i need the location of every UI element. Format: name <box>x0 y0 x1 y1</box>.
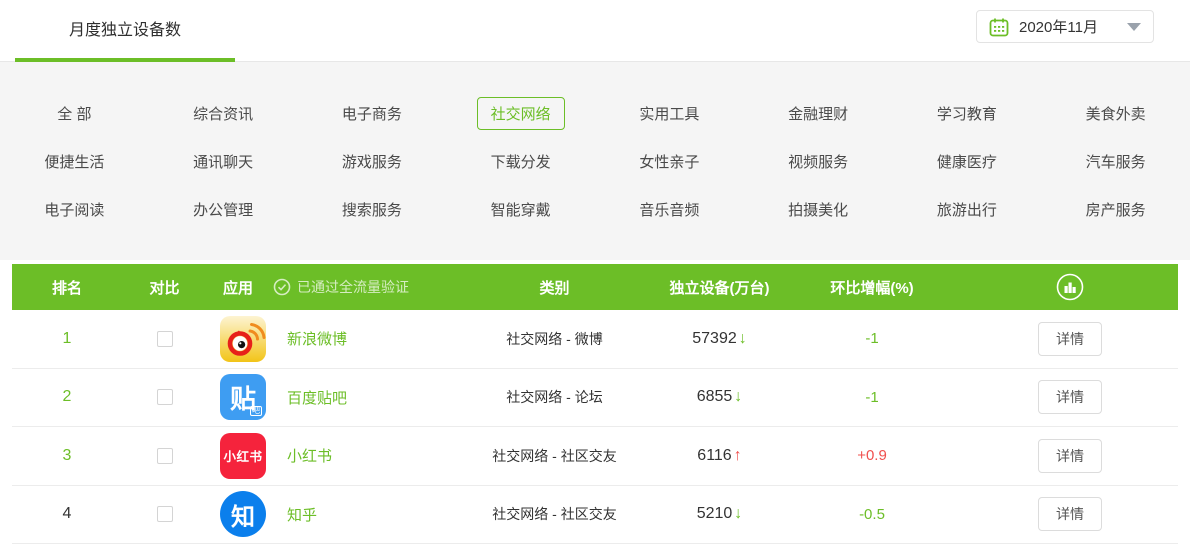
devices-value: 5210 <box>696 505 733 523</box>
app-category: 社交网络 - 微博 <box>506 330 603 347</box>
trend-down-icon: ↓ <box>734 388 743 406</box>
column-header-compare: 对比 <box>149 279 180 297</box>
category-item[interactable]: 便捷生活 <box>30 145 118 178</box>
category-item[interactable]: 电子商务 <box>328 97 416 130</box>
table-row: 4 知 知乎 社交网络 - 社区交友 5210 ↓ -0.5 详情 <box>12 485 1178 544</box>
verified-badge: 已通过全流量验证 <box>273 277 409 297</box>
category-item[interactable]: 旅游出行 <box>923 193 1011 226</box>
active-tab-underline <box>15 58 235 62</box>
category-item[interactable]: 音乐音频 <box>625 193 713 226</box>
zhihu-icon-glyph: 知 <box>231 503 255 531</box>
weibo-app-icon[interactable] <box>220 315 266 362</box>
xiaohongshu-icon-glyph: 小红书 <box>223 450 263 465</box>
change-value: -0.5 <box>859 505 885 523</box>
rank-value: 1 <box>62 329 72 347</box>
devices-value: 6855 <box>696 388 733 406</box>
category-item[interactable]: 搜索服务 <box>328 193 416 226</box>
app-name-link[interactable]: 知乎 <box>287 504 317 525</box>
app-ranking-table: 排名 对比 应用 已通过全流量验证 类别 独立设备(万台) 环比增幅(%) 1 … <box>12 264 1178 544</box>
trend-up-icon: ↑ <box>733 446 742 464</box>
category-item[interactable]: 学习教育 <box>923 97 1011 130</box>
change-value: -1 <box>865 388 879 406</box>
trend-down-icon: ↓ <box>738 329 747 347</box>
category-item[interactable]: 下载分发 <box>477 145 565 178</box>
table-header-row: 排名 对比 应用 已通过全流量验证 类别 独立设备(万台) 环比增幅(%) <box>12 264 1178 310</box>
category-item[interactable]: 拍摄美化 <box>774 193 862 226</box>
compare-checkbox[interactable] <box>156 447 173 464</box>
category-item[interactable]: 美食外卖 <box>1072 97 1160 130</box>
category-item[interactable]: 视频服务 <box>774 145 862 178</box>
devices-value: 6116 <box>697 446 732 464</box>
column-header-rank: 排名 <box>51 279 82 297</box>
change-value: -1 <box>865 330 879 348</box>
change-value: +0.9 <box>857 447 887 465</box>
app-category: 社交网络 - 社区交友 <box>492 447 617 464</box>
detail-button[interactable]: 详情 <box>1038 438 1102 473</box>
column-header-devices: 独立设备(万台) <box>669 279 770 297</box>
category-item[interactable]: 健康医疗 <box>923 145 1011 178</box>
compare-checkbox[interactable] <box>156 389 173 406</box>
category-item[interactable]: 游戏服务 <box>328 145 416 178</box>
table-row: 1 新浪微博 社交网络 - 微博 57392 ↓ -1 详情 <box>12 310 1178 369</box>
column-header-category: 类别 <box>539 279 570 297</box>
column-header-change: 环比增幅(%) <box>830 279 914 297</box>
tieba-icon-subglyph: 吧 <box>250 406 262 417</box>
xiaohongshu-app-icon[interactable]: 小红书 <box>220 432 266 479</box>
category-filter-panel: 全 部 综合资讯 电子商务 社交网络 实用工具 金融理财 学习教育 美食外卖 便… <box>0 62 1190 260</box>
detail-button[interactable]: 详情 <box>1038 497 1102 532</box>
devices-value: 57392 <box>692 329 737 347</box>
date-value: 2020年11月 <box>1019 19 1098 36</box>
check-circle-icon <box>273 278 291 296</box>
rank-value: 3 <box>62 446 72 464</box>
app-category: 社交网络 - 论坛 <box>506 389 603 406</box>
category-item[interactable]: 电子阅读 <box>30 193 118 226</box>
category-item[interactable]: 房产服务 <box>1072 193 1160 226</box>
app-name-link[interactable]: 百度贴吧 <box>287 387 347 408</box>
table-row: 2 贴 吧 百度贴吧 社交网络 - 论坛 6855 ↓ -1 详情 <box>12 368 1178 427</box>
category-item[interactable]: 办公管理 <box>179 193 267 226</box>
tab-monthly-devices[interactable]: 月度独立设备数 <box>15 0 235 62</box>
top-toolbar: 月度独立设备数 2020年11月 <box>0 0 1190 62</box>
category-item[interactable]: 实用工具 <box>625 97 713 130</box>
bar-chart-icon[interactable] <box>1056 273 1084 301</box>
detail-button[interactable]: 详情 <box>1038 380 1102 415</box>
app-category: 社交网络 - 社区交友 <box>492 506 617 523</box>
rank-value: 4 <box>62 505 72 523</box>
category-item[interactable]: 全 部 <box>43 97 105 130</box>
rank-value: 2 <box>62 388 72 406</box>
category-item[interactable]: 通讯聊天 <box>179 145 267 178</box>
category-item[interactable]: 汽车服务 <box>1072 145 1160 178</box>
trend-down-icon: ↓ <box>734 505 743 523</box>
column-header-app: 应用 <box>223 279 254 297</box>
app-name-link[interactable]: 小红书 <box>287 445 332 466</box>
category-item[interactable]: 女性亲子 <box>625 145 713 178</box>
category-item[interactable]: 综合资讯 <box>179 97 267 130</box>
category-item-selected[interactable]: 社交网络 <box>476 96 565 130</box>
chevron-down-icon <box>1127 22 1141 31</box>
compare-checkbox[interactable] <box>156 330 173 347</box>
category-item[interactable]: 金融理财 <box>774 97 862 130</box>
date-picker[interactable]: 2020年11月 <box>976 10 1154 43</box>
calendar-icon <box>989 18 1009 36</box>
compare-checkbox[interactable] <box>156 506 173 523</box>
verified-badge-label: 已通过全流量验证 <box>297 279 410 295</box>
detail-button[interactable]: 详情 <box>1038 321 1102 356</box>
table-row: 3 小红书 小红书 社交网络 - 社区交友 6116 ↑ +0.9 详情 <box>12 427 1178 486</box>
tieba-app-icon[interactable]: 贴 吧 <box>220 374 266 421</box>
zhihu-app-icon[interactable]: 知 <box>220 491 266 538</box>
category-item[interactable]: 智能穿戴 <box>477 193 565 226</box>
app-name-link[interactable]: 新浪微博 <box>287 328 347 349</box>
